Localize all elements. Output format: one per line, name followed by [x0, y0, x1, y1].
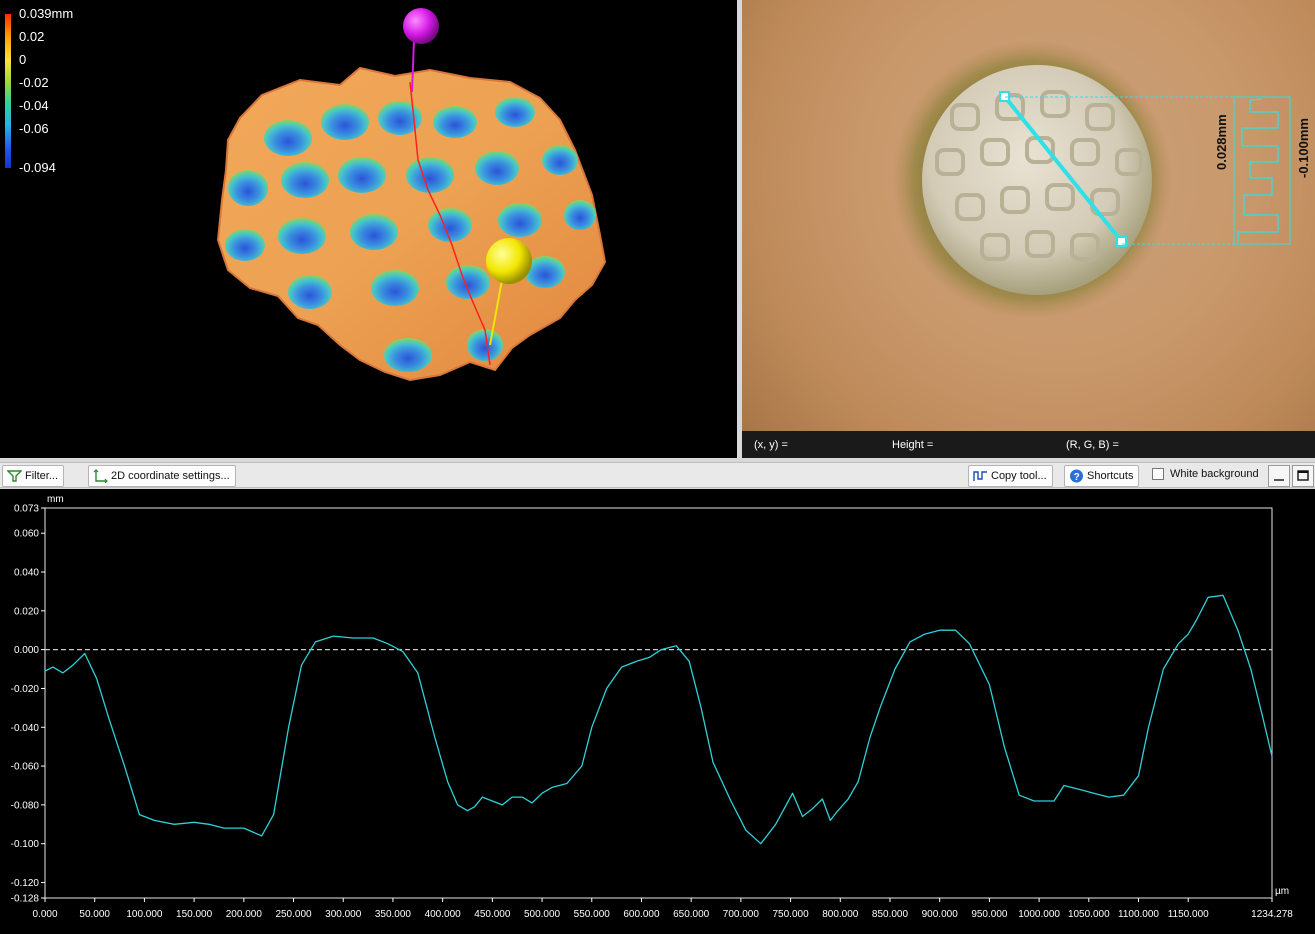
- status-xy: (x, y) =: [754, 439, 788, 451]
- x-tick-label: 750.000: [772, 909, 809, 920]
- height-annotation: 0.028mm: [1214, 114, 1229, 170]
- maximize-panel-button[interactable]: [1292, 465, 1314, 487]
- y-tick-label: -0.060: [11, 762, 40, 773]
- y-tick-label: 0.073: [14, 504, 39, 515]
- copy-tool-button[interactable]: Copy tool...: [968, 465, 1053, 487]
- x-tick-label: 250.000: [275, 909, 312, 920]
- shortcuts-button[interactable]: ? Shortcuts: [1064, 465, 1140, 487]
- x-tick-label: 950.000: [971, 909, 1008, 920]
- help-icon: ?: [1069, 469, 1084, 483]
- coordinate-settings-label: 2D coordinate settings...: [111, 470, 230, 482]
- svg-text:?: ?: [1074, 472, 1080, 483]
- y-tick-label: 0.020: [14, 606, 39, 617]
- 3d-surface-render: [216, 8, 607, 382]
- filter-label: Filter...: [25, 470, 59, 482]
- white-background-label: White background: [1170, 468, 1259, 480]
- marker-bottom-ball[interactable]: [486, 238, 532, 284]
- mini-profile-line: [1237, 98, 1279, 242]
- copy-profile-icon: [973, 469, 988, 483]
- profile-analysis-window: 0.039mm 0.02 0 -0.02 -0.04 -0.06 -0.094: [0, 0, 1315, 934]
- y-tick-label: -0.040: [11, 723, 40, 734]
- x-tick-label: 1000.000: [1018, 909, 1060, 920]
- x-tick-label: 1234.278: [1251, 909, 1293, 920]
- white-background-checkbox[interactable]: [1152, 468, 1164, 480]
- depth-annotation: -0.100mm: [1296, 118, 1311, 178]
- minimize-panel-button[interactable]: [1268, 465, 1290, 487]
- x-tick-label: 700.000: [723, 909, 760, 920]
- status-rgb: (R, G, B) =: [1066, 439, 1119, 451]
- plot-frame: [44, 507, 1273, 899]
- x-tick-label: 550.000: [574, 909, 611, 920]
- x-axis-unit-label: µm: [1275, 886, 1289, 897]
- y-tick-label: 0.060: [14, 529, 39, 540]
- camera-image-view[interactable]: 0.028mm -0.100mm: [742, 0, 1315, 431]
- x-tick-label: 300.000: [325, 909, 362, 920]
- profile-series-line: [44, 594, 1273, 845]
- minimize-icon: [1274, 479, 1284, 481]
- x-tick-label: 150.000: [176, 909, 213, 920]
- mini-profile-frame: [1233, 96, 1291, 245]
- x-tick-label: 400.000: [425, 909, 462, 920]
- x-tick-label: 200.000: [226, 909, 263, 920]
- x-tick-label: 450.000: [474, 909, 511, 920]
- x-tick-label: 50.000: [79, 909, 110, 920]
- y-tick-label: -0.080: [11, 800, 40, 811]
- axes-icon: [93, 469, 108, 484]
- x-tick-label: 500.000: [524, 909, 561, 920]
- x-tick-label: 650.000: [673, 909, 710, 920]
- marker-top-ball[interactable]: [403, 8, 439, 44]
- x-tick-label: 350.000: [375, 909, 412, 920]
- x-tick-label: 1150.000: [1168, 909, 1209, 920]
- x-tick-label: 800.000: [822, 909, 859, 920]
- y-tick-label: -0.128: [11, 894, 40, 905]
- profile-chart: 0.073 0.060 0.040 0.020 0.000 -0.020 -0.040 -0.…: [11, 494, 1294, 920]
- status-height: Height =: [892, 439, 934, 451]
- y-tick-label: -0.100: [11, 839, 40, 850]
- x-tick-label: 850.000: [872, 909, 909, 920]
- copy-tool-label: Copy tool...: [991, 470, 1047, 482]
- x-tick-label: 1100.000: [1118, 909, 1159, 920]
- x-tick-label: 100.000: [126, 909, 163, 920]
- maximize-icon: [1297, 470, 1309, 481]
- 3d-height-view[interactable]: 0.039mm 0.02 0 -0.02 -0.04 -0.06 -0.094: [0, 0, 737, 458]
- x-tick-label: 1050.000: [1068, 909, 1110, 920]
- x-tick-label: 600.000: [623, 909, 660, 920]
- y-tick-label: -0.020: [11, 684, 40, 695]
- white-background-toggle[interactable]: White background: [1152, 468, 1259, 480]
- filter-icon: [6, 469, 23, 483]
- image-status-bar: (x, y) = Height = (R, G, B) =: [742, 431, 1315, 458]
- x-tick-label: 900.000: [922, 909, 959, 920]
- camera-image-render: 0.028mm -0.100mm: [892, 40, 1311, 320]
- measure-handle-end[interactable]: [1116, 236, 1127, 247]
- shortcuts-label: Shortcuts: [1087, 470, 1134, 482]
- y-tick-label: -0.120: [11, 878, 40, 889]
- profile-toolbar: Filter... 2D coordinate settings... Copy…: [0, 462, 1315, 488]
- y-axis-unit-label: mm: [47, 494, 64, 505]
- coordinate-settings-button[interactable]: 2D coordinate settings...: [88, 465, 236, 487]
- x-tick-label: 0.000: [32, 909, 57, 920]
- y-tick-label: 0.000: [14, 645, 39, 656]
- profile-chart-panel[interactable]: 0.073 0.060 0.040 0.020 0.000 -0.020 -0.040 -0.…: [0, 489, 1315, 934]
- filter-button[interactable]: Filter...: [2, 465, 65, 487]
- y-tick-label: 0.040: [14, 568, 39, 579]
